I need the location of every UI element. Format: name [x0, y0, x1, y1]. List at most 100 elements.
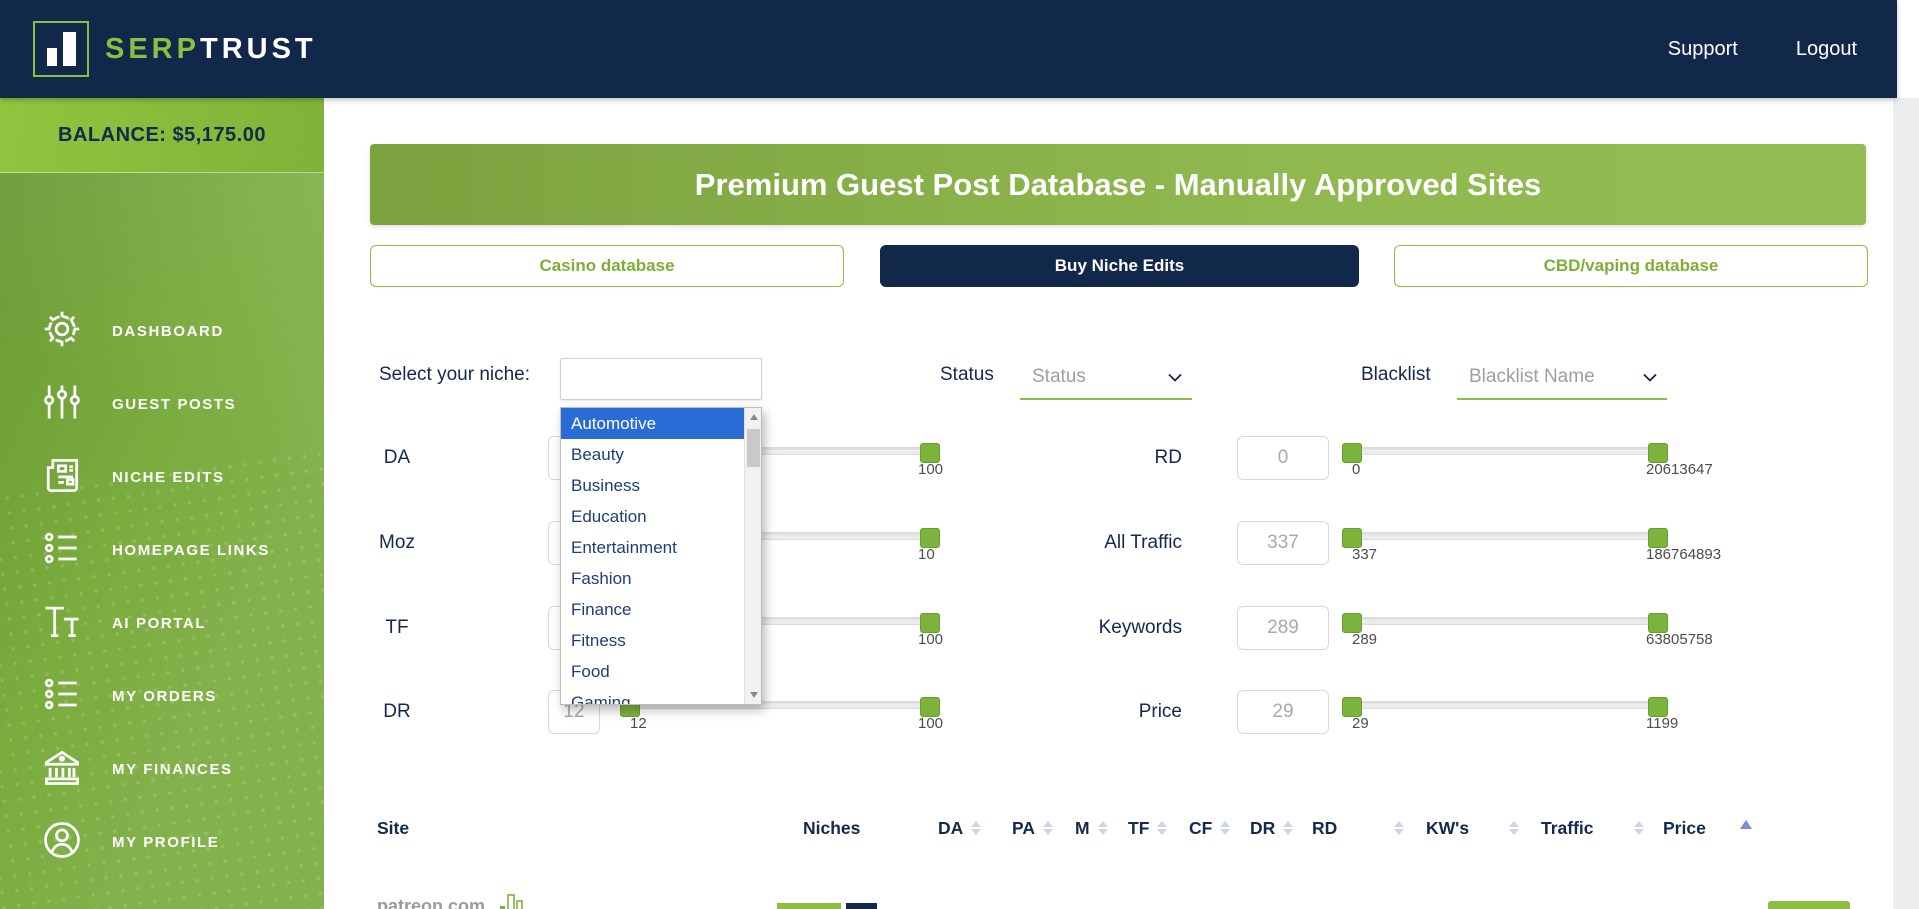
tab-casino-database[interactable]: Casino database: [370, 245, 844, 287]
user-icon: [40, 818, 84, 867]
niche-option-food[interactable]: Food: [561, 656, 746, 687]
column-header-da[interactable]: DA: [938, 816, 981, 840]
moz-label: Moz: [362, 520, 432, 566]
sidebar-item-dashboard[interactable]: DASHBOARD: [40, 311, 324, 351]
slider-max-label: 63805758: [1646, 631, 1713, 648]
page-title: Premium Guest Post Database - Manually A…: [695, 167, 1541, 203]
niche-option-finance[interactable]: Finance: [561, 594, 746, 625]
sort-icon[interactable]: [1283, 821, 1293, 835]
slider-handle-max[interactable]: [1648, 613, 1668, 633]
all-traffic-min-input[interactable]: 337: [1237, 521, 1329, 565]
page-scroll-gutter[interactable]: [1893, 98, 1919, 909]
slider-handle-max[interactable]: [920, 613, 940, 633]
niche-option-business[interactable]: Business: [561, 470, 746, 501]
sort-icon[interactable]: [1098, 821, 1108, 835]
slider-handle-max[interactable]: [920, 697, 940, 717]
slider-max-label: 100: [918, 715, 943, 732]
tab-cbd-vaping-database[interactable]: CBD/vaping database: [1394, 245, 1868, 287]
balance-badge: BALANCE: $5,175.00: [0, 98, 324, 173]
keywords-label: Keywords: [982, 605, 1182, 651]
rd-min-input[interactable]: 0: [1237, 436, 1329, 480]
bar-chart-icon[interactable]: [499, 891, 523, 909]
buy-button-partial[interactable]: [1768, 901, 1850, 909]
sidebar-item-my-orders[interactable]: MY ORDERS: [40, 676, 324, 716]
sort-icon[interactable]: [1043, 821, 1053, 835]
status-select[interactable]: Status: [1020, 356, 1192, 400]
column-header-kws[interactable]: KW's: [1426, 816, 1469, 840]
brand-serp: SERP: [105, 33, 200, 65]
da-label: DA: [362, 435, 432, 481]
all-traffic-label: All Traffic: [982, 520, 1182, 566]
sidebar-item-ai-portal[interactable]: AI PORTAL: [40, 603, 324, 643]
sort-icon[interactable]: [1220, 821, 1230, 835]
slider-track[interactable]: [1352, 701, 1658, 709]
slider-track[interactable]: [1352, 447, 1658, 455]
column-header-rd[interactable]: RD: [1312, 816, 1337, 840]
site-domain[interactable]: patreon.com: [377, 896, 485, 909]
column-header-m[interactable]: M: [1075, 816, 1108, 840]
niche-option-fashion[interactable]: Fashion: [561, 563, 746, 594]
sort-icon[interactable]: [1509, 816, 1519, 840]
slider-handle-min[interactable]: [1342, 613, 1362, 633]
blacklist-select[interactable]: Blacklist Name: [1457, 356, 1667, 400]
column-header-tf[interactable]: TF: [1128, 816, 1167, 840]
column-header-pa[interactable]: PA: [1012, 816, 1053, 840]
column-header-niches[interactable]: Niches: [803, 816, 860, 840]
slider-handle-min[interactable]: [1342, 528, 1362, 548]
slider-max-label: 100: [918, 631, 943, 648]
niche-option-education[interactable]: Education: [561, 501, 746, 532]
sort-icon[interactable]: [1634, 816, 1644, 840]
column-header-site[interactable]: Site: [377, 816, 409, 840]
sidebar-item-my-finances[interactable]: MY FINANCES: [40, 749, 324, 789]
scroll-down-icon[interactable]: [745, 686, 762, 704]
sidebar-item-my-profile[interactable]: MY PROFILE: [40, 822, 324, 862]
niche-combobox[interactable]: [560, 358, 762, 400]
slider-handle-min[interactable]: [1342, 443, 1362, 463]
rd-range-slider: 0 20613647: [1352, 435, 1658, 481]
logout-link[interactable]: Logout: [1796, 38, 1857, 61]
niche-dropdown-list: Automotive Beauty Business Education Ent…: [560, 407, 762, 705]
sort-icon[interactable]: [1394, 816, 1404, 840]
slider-min-label: 289: [1352, 631, 1377, 648]
slider-max-label: 100: [918, 461, 943, 478]
sort-icon[interactable]: [971, 821, 981, 835]
slider-handle-max[interactable]: [1648, 443, 1668, 463]
slider-handle-max[interactable]: [920, 528, 940, 548]
column-header-cf[interactable]: CF: [1189, 816, 1230, 840]
slider-min-label: 337: [1352, 546, 1377, 563]
column-header-dr[interactable]: DR: [1250, 816, 1293, 840]
slider-handle-max[interactable]: [920, 443, 940, 463]
niche-option-gaming[interactable]: Gaming: [561, 687, 746, 705]
support-link[interactable]: Support: [1668, 38, 1738, 61]
niche-option-fitness[interactable]: Fitness: [561, 625, 746, 656]
tab-buy-niche-edits[interactable]: Buy Niche Edits: [880, 245, 1359, 287]
dropdown-scrollbar[interactable]: [744, 408, 761, 704]
slider-handle-min[interactable]: [1342, 697, 1362, 717]
sidebar-item-niche-edits[interactable]: NICHE EDITS: [40, 457, 324, 497]
chevron-down-icon: [1643, 373, 1657, 382]
niche-option-beauty[interactable]: Beauty: [561, 439, 746, 470]
sidebar-item-label: GUEST POSTS: [112, 396, 236, 413]
sidebar-item-label: NICHE EDITS: [112, 469, 225, 486]
sidebar-item-guest-posts[interactable]: GUEST POSTS: [40, 384, 324, 424]
niche-option-entertainment[interactable]: Entertainment: [561, 532, 746, 563]
slider-track[interactable]: [1352, 532, 1658, 540]
price-min-input[interactable]: 29: [1237, 690, 1329, 734]
slider-handle-max[interactable]: [1648, 528, 1668, 548]
niche-option-automotive[interactable]: Automotive: [561, 408, 746, 439]
keywords-min-input[interactable]: 289: [1237, 606, 1329, 650]
slider-handle-max[interactable]: [1648, 697, 1668, 717]
sidebar-item-homepage-links[interactable]: HOMEPAGE LINKS: [40, 530, 324, 570]
keywords-range-slider: 289 63805758: [1352, 605, 1658, 651]
table-row-site[interactable]: patreon.com: [377, 891, 523, 909]
sort-icon[interactable]: [1157, 821, 1167, 835]
scrollbar-thumb[interactable]: [747, 429, 760, 467]
main-content: Premium Guest Post Database - Manually A…: [324, 98, 1893, 909]
column-header-traffic[interactable]: Traffic: [1541, 816, 1594, 840]
rd-label: RD: [982, 435, 1182, 481]
column-header-price[interactable]: Price: [1663, 816, 1706, 840]
brand-logo[interactable]: SERPTRUST: [33, 21, 317, 77]
scroll-up-icon[interactable]: [745, 408, 762, 426]
sort-asc-icon[interactable]: [1740, 820, 1752, 829]
slider-track[interactable]: [1352, 617, 1658, 625]
